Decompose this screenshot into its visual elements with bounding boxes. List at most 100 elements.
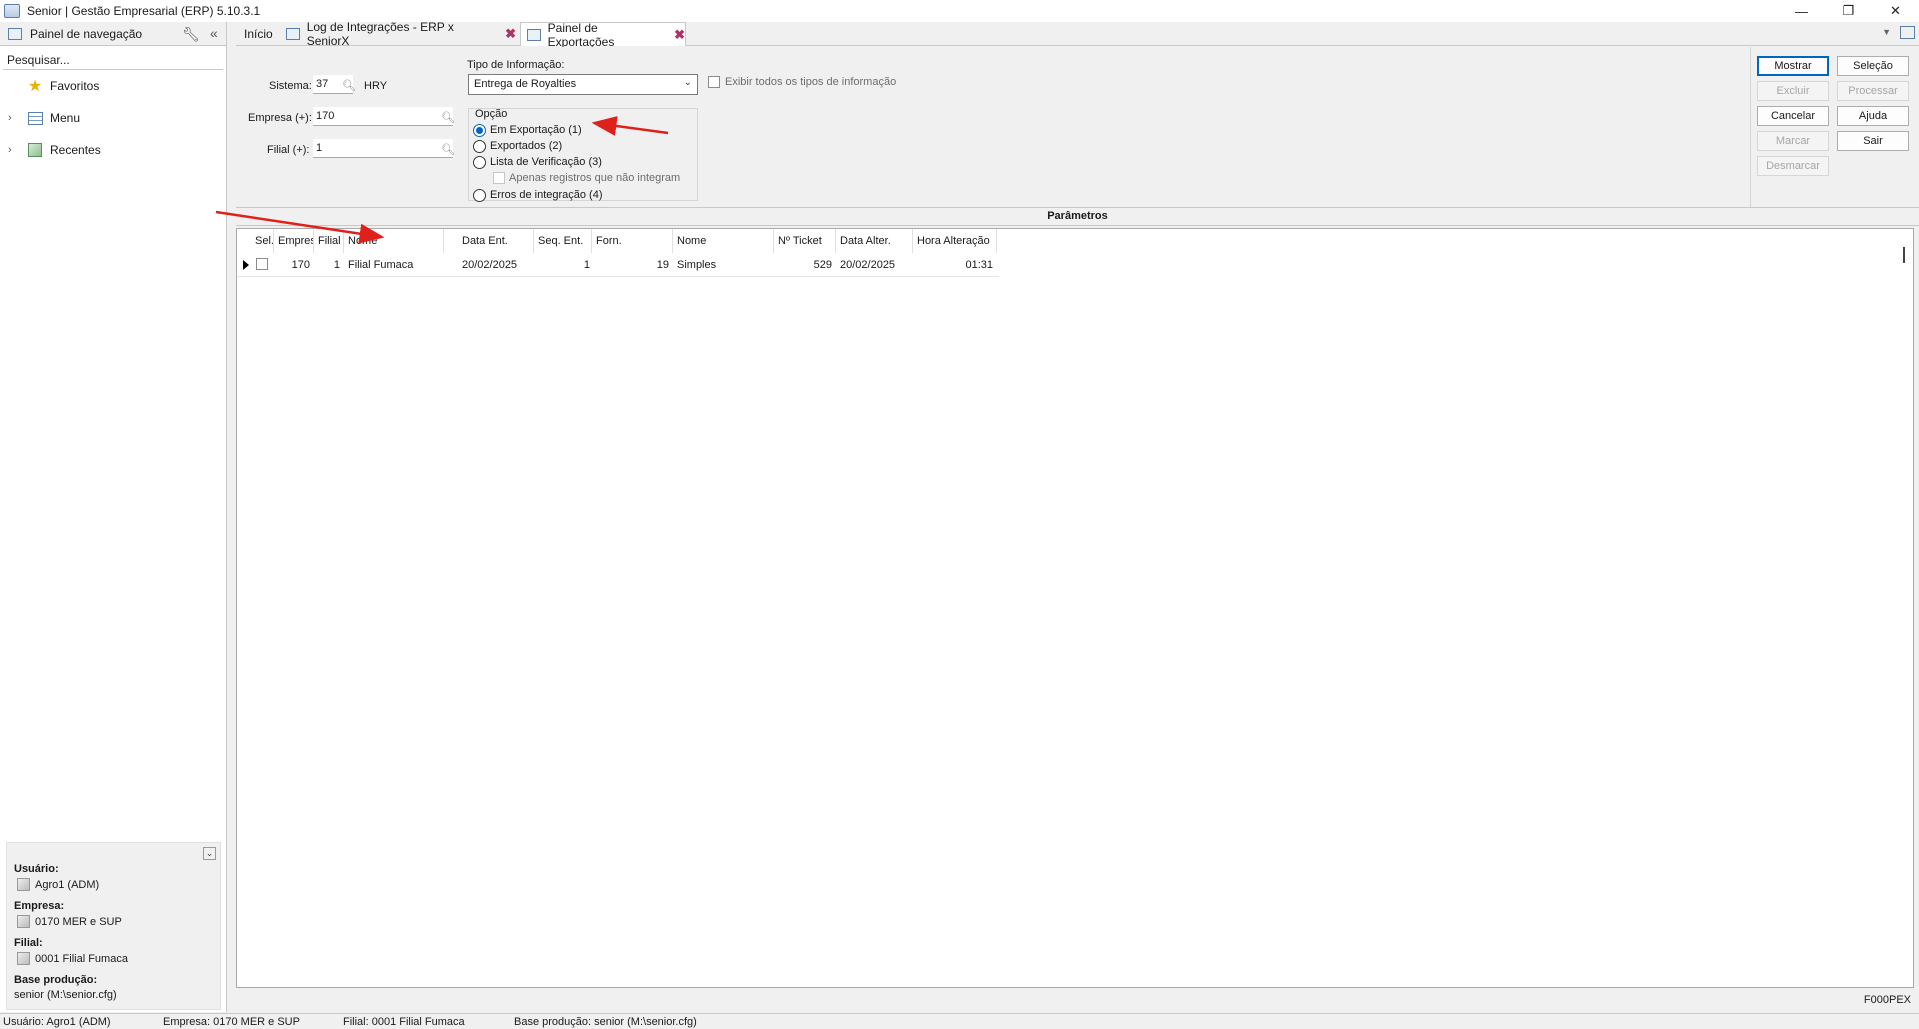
cell-empresa: 170 — [291, 259, 310, 271]
search-icon[interactable]: 🔍︎ — [441, 111, 455, 124]
column-header[interactable]: Filial — [314, 229, 344, 253]
close-tab-icon[interactable]: ✖ — [505, 26, 516, 42]
excluir-button[interactable]: Excluir — [1757, 81, 1829, 101]
vertical-scrollbar[interactable] — [1903, 247, 1905, 263]
column-header[interactable]: Nome — [344, 229, 444, 253]
chevron-down-icon[interactable]: ⌄ — [203, 847, 216, 860]
status-company: Empresa: 0170 MER e SUP — [163, 1016, 300, 1028]
radio-lista-verificacao[interactable] — [473, 156, 486, 169]
action-buttons-panel: Mostrar Seleção Excluir Processar Cancel… — [1750, 47, 1918, 207]
nav-item-label: Recentes — [50, 143, 101, 157]
results-grid: Sel. Empresa Filial Nome Data Ent. Seq. … — [236, 228, 1914, 988]
wrench-icon[interactable]: 🔧︎ — [182, 26, 200, 43]
recent-icon — [28, 143, 42, 157]
tipo-informacao-select[interactable]: Entrega de Royalties ⌄ — [468, 74, 698, 95]
collapse-panel-icon[interactable]: « — [210, 25, 218, 41]
company-label: Empresa: — [14, 900, 65, 912]
window-layout-icon[interactable] — [1900, 26, 1915, 39]
row-select-checkbox[interactable] — [256, 258, 268, 270]
ajuda-button[interactable]: Ajuda — [1837, 106, 1909, 126]
mostrar-button[interactable]: Mostrar — [1757, 56, 1829, 76]
user-icon — [17, 878, 30, 891]
parametros-header[interactable]: Parâmetros — [236, 207, 1919, 226]
company-icon — [17, 915, 30, 928]
branch-label: Filial: — [14, 937, 43, 949]
chevron-down-icon: ⌄ — [683, 77, 692, 88]
cell-data-ent: 20/02/2025 — [462, 259, 518, 271]
screen-code: F000PEX — [1863, 994, 1911, 1006]
navigation-panel: Painel de navegação 🔧︎ « Pesquisar... ★ … — [0, 22, 227, 1012]
column-header[interactable]: Hora Alteração — [913, 229, 997, 253]
selecao-button[interactable]: Seleção — [1837, 56, 1909, 76]
menu-list-icon — [27, 111, 43, 125]
exibir-todos-checkbox[interactable] — [708, 76, 720, 88]
column-header[interactable]: Nº Ticket — [774, 229, 836, 253]
sistema-label: Sistema: — [269, 80, 312, 92]
navigation-panel-title: Painel de navegação — [30, 26, 143, 41]
column-header[interactable]: Sel. — [251, 229, 274, 253]
window-title: Senior | Gestão Empresarial (ERP) 5.10.3… — [27, 4, 261, 18]
empresa-label: Empresa (+): — [248, 112, 312, 124]
screen-code-bar: F000PEX — [236, 990, 1919, 1012]
branch-value: 0001 Filial Fumaca — [17, 952, 128, 965]
filial-input[interactable]: 1 — [313, 139, 453, 158]
opcao-groupbox: Opção Em Exportação (1) Exportados (2) L… — [468, 108, 698, 202]
option-label: Lista de Verificação (3) — [490, 156, 602, 168]
chevron-right-icon[interactable]: › — [8, 144, 22, 156]
star-icon: ★ — [27, 78, 43, 95]
nav-item-favoritos[interactable]: ★ Favoritos — [0, 70, 226, 102]
window-titlebar: Senior | Gestão Empresarial (ERP) 5.10.3… — [0, 0, 1919, 22]
column-header[interactable]: Data Ent. — [458, 229, 534, 253]
sair-button[interactable]: Sair — [1837, 131, 1909, 151]
session-info-box: ⌄ Usuário: Agro1 (ADM) Empresa: 0170 MER… — [6, 842, 221, 1010]
processar-button[interactable]: Processar — [1837, 81, 1909, 101]
cell-nome-forn: Simples — [677, 259, 717, 271]
minimize-button[interactable]: — — [1778, 0, 1825, 22]
base-label: Base produção: — [14, 974, 98, 986]
maximize-button[interactable]: ❐ — [1825, 0, 1872, 22]
option-label: Em Exportação (1) — [490, 124, 582, 136]
radio-exportados[interactable] — [473, 140, 486, 153]
column-header[interactable]: Data Alter. — [836, 229, 913, 253]
empresa-input[interactable]: 170 — [313, 107, 453, 126]
column-header[interactable]: Seq. Ent. — [534, 229, 592, 253]
apenas-registros-label: Apenas registros que não integram — [509, 172, 681, 184]
search-icon[interactable]: 🔍︎ — [441, 143, 455, 156]
tab-inicio[interactable]: Início — [236, 22, 280, 46]
close-tab-icon[interactable]: ✖ — [674, 27, 685, 43]
cancelar-button[interactable]: Cancelar — [1757, 106, 1829, 126]
tab-list-dropdown-icon[interactable]: ▼ — [1882, 27, 1891, 37]
cell-filial: 1 — [333, 259, 340, 271]
app-icon — [4, 4, 20, 18]
nav-item-menu[interactable]: › Menu — [0, 102, 226, 134]
tab-log-integracoes[interactable]: Log de Integrações - ERP x SeniorX ✖ — [286, 20, 516, 48]
nav-search-input[interactable]: Pesquisar... — [3, 50, 223, 70]
window-controls: — ❐ ✕ — [1778, 0, 1919, 22]
panel-icon — [8, 27, 22, 40]
filial-label: Filial (+): — [267, 144, 310, 156]
document-tabs: Início Log de Integrações - ERP x Senior… — [236, 20, 1919, 49]
filter-form: Sistema: 37 🔍︎ HRY Empresa (+): 170 🔍︎ F… — [236, 47, 1919, 207]
column-header[interactable]: Forn. — [592, 229, 673, 253]
column-header[interactable]: Nome — [673, 229, 774, 253]
tipo-informacao-label: Tipo de Informação: — [467, 59, 565, 71]
cell-nome: Filial Fumaca — [348, 259, 414, 271]
option-label: Exportados (2) — [490, 140, 563, 152]
tab-painel-exportacoes[interactable]: Painel de Exportações ✖ — [520, 21, 686, 49]
column-header[interactable]: Empresa — [274, 229, 314, 253]
nav-item-recentes[interactable]: › Recentes — [0, 134, 226, 166]
radio-erros-integracao[interactable] — [473, 189, 486, 202]
cell-hora-alteracao: 01:31 — [965, 259, 993, 271]
radio-em-exportacao[interactable] — [473, 124, 486, 137]
user-value: Agro1 (ADM) — [17, 878, 99, 891]
document-icon — [286, 28, 300, 40]
apenas-registros-checkbox[interactable] — [493, 172, 505, 184]
close-window-button[interactable]: ✕ — [1872, 0, 1919, 22]
user-label: Usuário: — [14, 863, 59, 875]
chevron-right-icon[interactable]: › — [8, 112, 22, 124]
search-icon[interactable]: 🔍︎ — [342, 79, 356, 92]
navigation-panel-header: Painel de navegação 🔧︎ « — [0, 22, 226, 46]
marcar-button[interactable]: Marcar — [1757, 131, 1829, 151]
desmarcar-button[interactable]: Desmarcar — [1757, 156, 1829, 176]
branch-icon — [17, 952, 30, 965]
